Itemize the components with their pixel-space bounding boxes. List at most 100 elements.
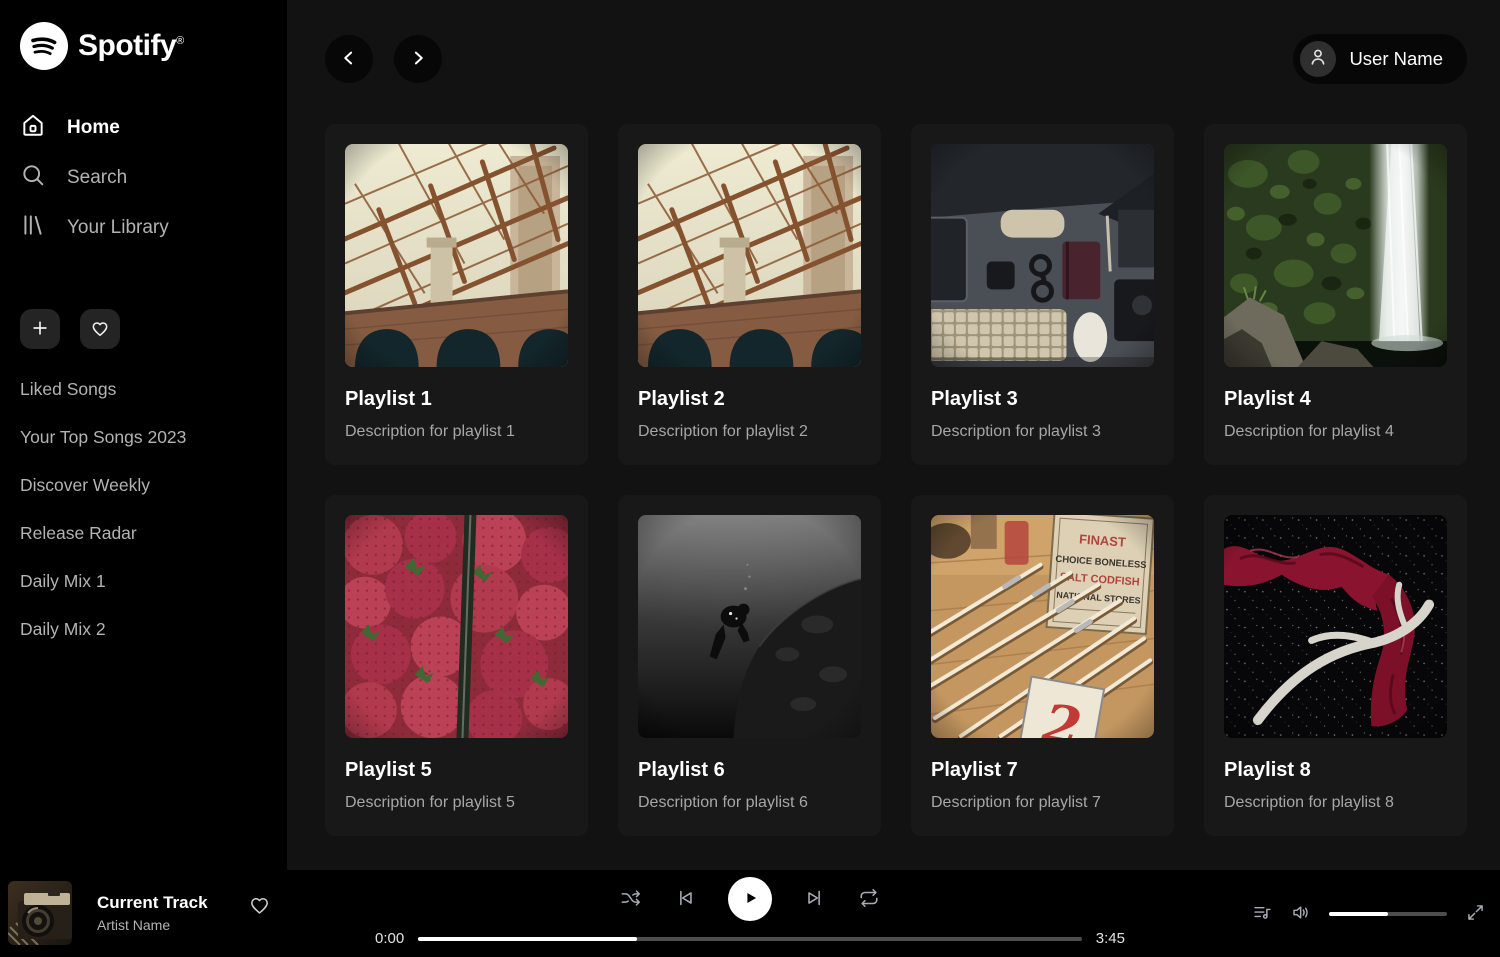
- playlist-card-7[interactable]: Playlist 7 Description for playlist 7: [911, 495, 1174, 836]
- sidebar-playlist-daily-mix-2[interactable]: Daily Mix 2: [20, 619, 271, 640]
- library-icon: [20, 212, 46, 244]
- elapsed-time: 0:00: [375, 930, 404, 947]
- progress-bar[interactable]: [418, 937, 1082, 941]
- sidebar: Spotify® Home Search: [0, 0, 287, 870]
- playlist-title: Playlist 4: [1224, 388, 1447, 411]
- playlist-cover-image: [1224, 144, 1447, 367]
- sidebar-item-your-library[interactable]: Your Library: [20, 210, 271, 245]
- playlist-card-8[interactable]: Playlist 8 Description for playlist 8: [1204, 495, 1467, 836]
- sidebar-nav: Home Search Your Library: [20, 110, 271, 245]
- history-nav-buttons: [325, 35, 442, 83]
- playlist-title: Playlist 2: [638, 388, 861, 411]
- playlist-title: Playlist 8: [1224, 759, 1447, 782]
- track-title: Current Track: [97, 893, 208, 913]
- spotify-logo[interactable]: Spotify®: [20, 22, 271, 70]
- user-menu-button[interactable]: User Name: [1293, 34, 1467, 84]
- user-name-label: User Name: [1349, 48, 1443, 70]
- spotify-logo-icon: [20, 22, 68, 70]
- heart-icon: [248, 904, 271, 919]
- volume-fill: [1329, 912, 1388, 916]
- player-right-controls: [1251, 870, 1486, 957]
- playlist-description: Description for playlist 7: [931, 794, 1154, 812]
- chevron-left-icon: [339, 48, 359, 71]
- queue-button[interactable]: [1251, 903, 1273, 925]
- chevron-right-icon: [408, 48, 428, 71]
- playlist-title: Playlist 6: [638, 759, 861, 782]
- playlist-card-5[interactable]: Playlist 5 Description for playlist 5: [325, 495, 588, 836]
- user-icon: [1307, 46, 1329, 73]
- playlist-cover-image: [931, 515, 1154, 738]
- player-center: 0:00 3:45: [375, 877, 1125, 947]
- sidebar-item-label: Home: [67, 117, 120, 139]
- sidebar-item-home[interactable]: Home: [20, 110, 271, 145]
- playlist-cover-image: [638, 144, 861, 367]
- playback-controls: [375, 877, 1125, 921]
- topbar: User Name: [287, 0, 1500, 84]
- playlist-title: Playlist 3: [931, 388, 1154, 411]
- playlist-card-4[interactable]: Playlist 4 Description for playlist 4: [1204, 124, 1467, 465]
- sidebar-playlist-discover-weekly[interactable]: Discover Weekly: [20, 475, 271, 496]
- repeat-icon: [858, 887, 880, 912]
- playlist-description: Description for playlist 3: [931, 423, 1154, 441]
- sidebar-playlist-liked-songs[interactable]: Liked Songs: [20, 379, 271, 400]
- track-info: Current Track Artist Name: [97, 893, 208, 933]
- volume-icon: [1291, 902, 1312, 926]
- playlist-description: Description for playlist 1: [345, 423, 568, 441]
- user-avatar: [1300, 41, 1336, 77]
- playlist-title: Playlist 7: [931, 759, 1154, 782]
- sidebar-playlist-daily-mix-1[interactable]: Daily Mix 1: [20, 571, 271, 592]
- playlist-title: Playlist 5: [345, 759, 568, 782]
- liked-songs-button[interactable]: [80, 309, 120, 349]
- sidebar-item-label: Your Library: [67, 217, 169, 239]
- app-layout: Spotify® Home Search: [0, 0, 1500, 870]
- playlist-cover-image: [345, 515, 568, 738]
- sidebar-playlist-your-top-songs-2023[interactable]: Your Top Songs 2023: [20, 427, 271, 448]
- create-playlist-button[interactable]: [20, 309, 60, 349]
- playlist-description: Description for playlist 8: [1224, 794, 1447, 812]
- shuffle-button[interactable]: [620, 888, 642, 910]
- previous-button[interactable]: [674, 888, 696, 910]
- app-title: Spotify®: [78, 29, 184, 63]
- artist-name: Artist Name: [97, 917, 208, 933]
- album-art: [8, 881, 72, 945]
- player-bar: Current Track Artist Name: [0, 870, 1500, 957]
- repeat-button[interactable]: [858, 888, 880, 910]
- next-button[interactable]: [804, 888, 826, 910]
- duration-time: 3:45: [1096, 930, 1125, 947]
- play-icon: [737, 885, 763, 914]
- playlist-card-1[interactable]: Playlist 1 Description for playlist 1: [325, 124, 588, 465]
- sidebar-item-label: Search: [67, 167, 127, 189]
- playlist-card-6[interactable]: Playlist 6 Description for playlist 6: [618, 495, 881, 836]
- sidebar-playlist-release-radar[interactable]: Release Radar: [20, 523, 271, 544]
- queue-icon: [1252, 902, 1273, 926]
- expand-icon: [1465, 902, 1486, 926]
- next-icon: [804, 887, 826, 912]
- play-button[interactable]: [728, 877, 772, 921]
- search-icon: [20, 162, 46, 194]
- sidebar-actions: [20, 309, 271, 349]
- home-icon: [20, 112, 46, 144]
- playlist-card-2[interactable]: Playlist 2 Description for playlist 2: [618, 124, 881, 465]
- back-button[interactable]: [325, 35, 373, 83]
- fullscreen-button[interactable]: [1464, 903, 1486, 925]
- plus-icon: [30, 318, 50, 341]
- progress-row: 0:00 3:45: [375, 930, 1125, 947]
- main-content: User Name Playlist 1 Description for pla…: [287, 0, 1500, 870]
- playlist-description: Description for playlist 6: [638, 794, 861, 812]
- playlist-card-3[interactable]: Playlist 3 Description for playlist 3: [911, 124, 1174, 465]
- playlist-title: Playlist 1: [345, 388, 568, 411]
- previous-icon: [674, 887, 696, 912]
- now-playing: Current Track Artist Name: [8, 881, 271, 945]
- playlist-description: Description for playlist 2: [638, 423, 861, 441]
- progress-fill: [418, 937, 637, 941]
- playlist-description: Description for playlist 4: [1224, 423, 1447, 441]
- like-track-button[interactable]: [248, 893, 271, 919]
- volume-button[interactable]: [1290, 903, 1312, 925]
- forward-button[interactable]: [394, 35, 442, 83]
- shuffle-icon: [620, 887, 642, 912]
- playlist-grid: Playlist 1 Description for playlist 1 Pl…: [287, 84, 1500, 836]
- volume-slider[interactable]: [1329, 912, 1447, 916]
- playlist-cover-image: [638, 515, 861, 738]
- playlist-cover-image: [345, 144, 568, 367]
- sidebar-item-search[interactable]: Search: [20, 160, 271, 195]
